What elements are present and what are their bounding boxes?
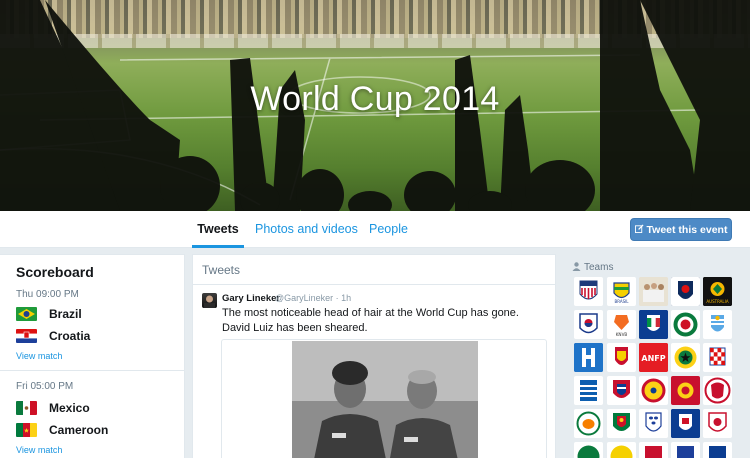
ivory-coast-crest-icon[interactable]	[574, 409, 603, 438]
tweets-header: Tweets	[193, 255, 555, 285]
russia-crest-icon[interactable]	[703, 409, 732, 438]
team-name: Cameroon	[49, 423, 109, 437]
italy-crest-icon[interactable]	[639, 310, 668, 339]
tweet-this-event-label: Tweet this event	[646, 224, 728, 236]
tweet-text: The most noticeable head of hair at the …	[222, 307, 519, 334]
svg-text:AUSTRALIA: AUSTRALIA	[706, 299, 728, 304]
croatia-flag-icon	[16, 329, 37, 343]
view-match-link[interactable]: View match	[16, 351, 62, 361]
team-name: Croatia	[49, 329, 91, 343]
croatia-crest-icon[interactable]	[703, 343, 732, 372]
team-crest-icon[interactable]	[703, 442, 732, 458]
tab-people[interactable]: People	[369, 211, 408, 248]
brazil-flag-icon	[16, 307, 37, 321]
team-crest-icon[interactable]	[607, 442, 636, 458]
tab-tweets[interactable]: Tweets	[192, 211, 244, 248]
team-crest-icon[interactable]	[639, 442, 668, 458]
belgium-crest-icon[interactable]	[607, 343, 636, 372]
scoreboard-panel: Scoreboard Thu 09:00 PM Brazil Croatia V…	[0, 254, 185, 458]
tweet-photo[interactable]	[292, 341, 478, 458]
teams-label-text: Teams	[584, 262, 614, 273]
team-name: Brazil	[49, 307, 82, 321]
switzerland-crest-icon[interactable]	[703, 376, 732, 405]
svg-text:BRASIL: BRASIL	[614, 299, 629, 304]
avatar[interactable]	[202, 293, 217, 308]
person-icon	[572, 262, 581, 271]
korea-crest-icon[interactable]	[574, 310, 603, 339]
team-name: Mexico	[49, 401, 90, 415]
tab-photos-and-videos[interactable]: Photos and videos	[255, 211, 358, 248]
greece-crest-icon[interactable]	[574, 376, 603, 405]
ghana-crest-icon[interactable]	[671, 343, 700, 372]
japan-crest-icon[interactable]	[671, 277, 700, 306]
tweet-media-card[interactable]	[221, 339, 547, 458]
usa-crest-icon[interactable]	[574, 277, 603, 306]
view-match-link[interactable]: View match	[16, 445, 62, 455]
svg-text:KNVB: KNVB	[616, 332, 628, 337]
france-crest-icon[interactable]	[671, 409, 700, 438]
event-hero-banner: World Cup 2014	[0, 0, 750, 211]
team-crest-icon[interactable]	[574, 442, 603, 458]
team-crest-icon[interactable]	[671, 442, 700, 458]
match-time: Fri 05:00 PM	[16, 381, 74, 392]
mexico-flag-icon	[16, 401, 37, 415]
uruguay-crest-icon[interactable]	[703, 310, 732, 339]
honduras-crest-icon[interactable]	[574, 343, 603, 372]
brazil-crest-icon[interactable]: BRASIL	[607, 277, 636, 306]
teams-label[interactable]: Teams	[572, 262, 613, 273]
costa-rica-crest-icon[interactable]	[607, 376, 636, 405]
england-crest-icon[interactable]	[639, 409, 668, 438]
tweet-this-event-button[interactable]: Tweet this event	[630, 218, 732, 241]
colombia-crest-icon[interactable]	[639, 376, 668, 405]
svg-text:ANFP: ANFP	[641, 354, 665, 363]
tweet-author-name[interactable]: Gary Lineker	[222, 293, 280, 304]
mexico-crest-icon[interactable]	[671, 310, 700, 339]
australia-crest-icon[interactable]: AUSTRALIA	[703, 277, 732, 306]
match-time: Thu 09:00 PM	[16, 289, 79, 300]
cameroon-crest-icon[interactable]	[607, 409, 636, 438]
event-title: World Cup 2014	[250, 80, 500, 118]
tweet-author-handle[interactable]: @GaryLineker · 1h	[275, 293, 351, 303]
spain-crest-icon[interactable]	[671, 376, 700, 405]
netherlands-crest-icon[interactable]: KNVB	[607, 310, 636, 339]
divider	[0, 370, 185, 371]
compose-icon	[634, 219, 644, 242]
germany-team-photo-icon[interactable]	[639, 277, 668, 306]
tweets-stream: Tweets Gary Lineker @GaryLineker · 1h Th…	[192, 254, 556, 458]
event-nav-bar: Tweets Photos and videos People Tweet th…	[0, 211, 750, 248]
cameroon-flag-icon	[16, 423, 37, 437]
ecuador-crest-icon[interactable]: ANFP	[639, 343, 668, 372]
scoreboard-title: Scoreboard	[16, 264, 94, 280]
